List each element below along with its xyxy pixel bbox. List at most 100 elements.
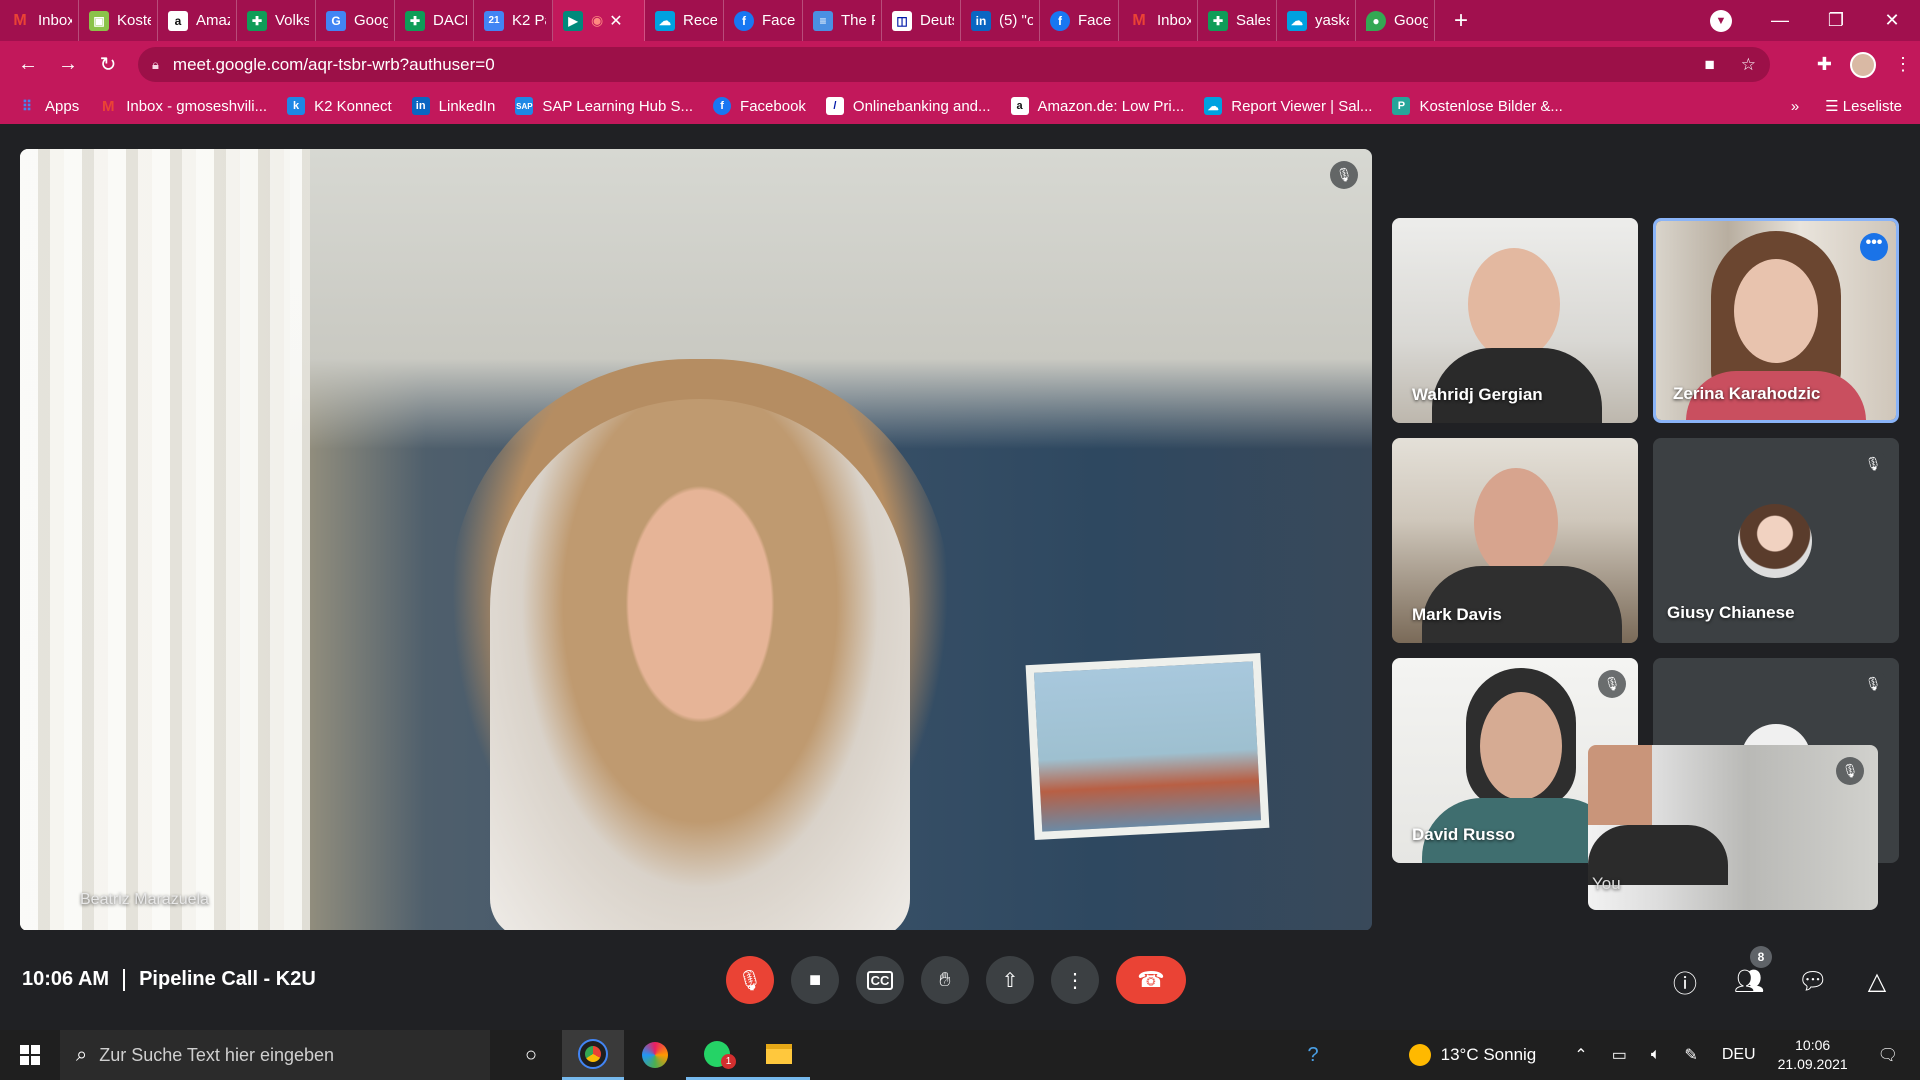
toolbar-right: ✚ ⋮ — [1817, 41, 1912, 88]
bookmark-report-viewer[interactable]: ☁ Report Viewer | Sal... — [1204, 97, 1372, 115]
tab-search-icon[interactable]: ▼ — [1710, 10, 1732, 32]
reading-list-button[interactable]: ☰ Leseliste — [1825, 97, 1902, 115]
participant-name: Wahridj Gergian — [1412, 385, 1543, 404]
more-options-icon[interactable]: ••• — [1860, 233, 1888, 261]
chrome-taskbar-app[interactable] — [562, 1030, 624, 1080]
bookmark-inbox[interactable]: M Inbox - gmoseshvili... — [99, 97, 267, 115]
recording-dot-icon: ◉ — [591, 12, 604, 28]
mic-off-icon: 🎙︎ — [1598, 670, 1626, 698]
amazon-icon: a — [168, 10, 188, 31]
more-options-button[interactable]: ⋮ — [1051, 956, 1099, 1004]
maximize-icon[interactable]: ❐ — [1808, 10, 1864, 31]
participant-tile[interactable]: Mark Davis — [1392, 438, 1638, 643]
tab-google-meet[interactable]: ▶ ◉ ✕ — [553, 0, 645, 41]
main-video-tile[interactable]: 🎙︎ Beatriz Marazuela — [20, 149, 1372, 931]
chat-button[interactable]: 💬︎ — [1798, 966, 1828, 996]
tab-kostenlose[interactable]: ▣ Koste — [79, 0, 158, 41]
language-indicator[interactable]: DEU — [1722, 1046, 1756, 1064]
camera-toggle-button[interactable]: ■ — [791, 956, 839, 1004]
bookmark-label: Report Viewer | Sal... — [1231, 97, 1373, 115]
chrome-menu-icon[interactable]: ⋮ — [1894, 54, 1912, 75]
tab-the-p[interactable]: ≡ The P — [803, 0, 882, 41]
taskbar-search[interactable]: ⌕ Zur Suche Text hier eingeben — [60, 1030, 490, 1080]
tab-google-translate[interactable]: G Goog — [316, 0, 395, 41]
start-button[interactable] — [0, 1030, 60, 1080]
notifications-icon[interactable]: 🗨︎ — [1878, 1045, 1898, 1065]
url-text: meet.google.com/aqr-tsbr-wrb?authuser=0 — [172, 54, 495, 74]
captions-icon: CC — [866, 970, 894, 990]
meeting-details-button[interactable]: ⓘ — [1670, 966, 1700, 998]
tab-title: Deuts — [920, 12, 954, 29]
file-explorer-taskbar-app[interactable] — [748, 1030, 810, 1080]
lock-icon[interactable]: 🔒︎ — [152, 57, 159, 73]
present-now-button[interactable]: ⇧ — [986, 956, 1034, 1004]
bookmarks-overflow-button[interactable]: » — [1791, 98, 1799, 115]
cortana-button[interactable]: ○ — [500, 1030, 562, 1080]
bookmark-linkedin[interactable]: in LinkedIn — [411, 97, 495, 115]
tab-sales[interactable]: ✚ Sales — [1198, 0, 1277, 41]
sheets-icon: ✚ — [247, 10, 267, 31]
meeting-title: Pipeline Call - K2U — [139, 968, 316, 990]
tab-facebook[interactable]: f Faceb — [724, 0, 803, 41]
tab-gmail-inbox-2[interactable]: M Inbox — [1119, 0, 1198, 41]
facebook-icon: f — [734, 10, 754, 31]
volume-icon[interactable]: 🔈︎ — [1651, 1046, 1661, 1064]
weather-widget[interactable]: 13°C Sonnig — [1408, 1044, 1536, 1066]
tab-yaska[interactable]: ☁ yaska — [1277, 0, 1356, 41]
people-button[interactable]: 👥︎ 8 — [1734, 946, 1772, 996]
bookmark-label: SAP Learning Hub S... — [542, 97, 694, 115]
back-arrow-icon[interactable]: ← — [8, 53, 48, 76]
minimize-icon[interactable]: — — [1752, 10, 1808, 31]
forward-arrow-icon[interactable]: → — [48, 53, 88, 76]
participant-tile[interactable]: Wahridj Gergian — [1392, 218, 1638, 423]
new-tab-button[interactable]: + — [1441, 7, 1481, 35]
extensions-puzzle-icon[interactable]: ✚ — [1817, 54, 1832, 75]
profile-avatar[interactable] — [1850, 51, 1876, 78]
divider — [123, 968, 126, 991]
tab-linkedin[interactable]: in (5) "o — [961, 0, 1040, 41]
bookmark-kostenlose-bilder[interactable]: P Kostenlose Bilder &... — [1392, 97, 1563, 115]
close-tab-icon[interactable]: ✕ — [609, 11, 622, 31]
close-window-icon[interactable]: ✕ — [1864, 10, 1920, 31]
pen-icon[interactable]: ✎ — [1684, 1045, 1697, 1065]
whatsapp-taskbar-app[interactable]: 1 — [686, 1030, 748, 1080]
tab-gmail-inbox[interactable]: M Inbox — [0, 0, 79, 41]
reload-icon[interactable]: ↻ — [88, 52, 128, 77]
participant-tile[interactable]: ••• Zerina Karahodzic — [1653, 218, 1899, 423]
raise-hand-button[interactable]: ✋︎ — [921, 956, 969, 1004]
captions-button[interactable]: CC — [856, 956, 904, 1004]
self-view-tile[interactable]: 🎙︎ You — [1588, 745, 1878, 910]
tab-dach[interactable]: ✚ DACH — [395, 0, 474, 41]
bookmark-amazon[interactable]: a Amazon.de: Low Pri... — [1010, 97, 1184, 115]
participant-tile[interactable]: 🎙︎ Giusy Chianese — [1653, 438, 1899, 643]
tab-amazon[interactable]: a Amaz — [158, 0, 237, 41]
tab-deutsche[interactable]: ◫ Deuts — [882, 0, 961, 41]
bookmark-sap[interactable]: SAP SAP Learning Hub S... — [515, 97, 693, 115]
bookmark-apps[interactable]: ⠿ Apps — [18, 97, 79, 115]
chevron-up-icon[interactable]: ⌃ — [1574, 1045, 1587, 1065]
meet-stage: 🎙︎ Beatriz Marazuela Wahridj Gergian •••… — [0, 124, 1920, 1030]
camera-in-use-icon[interactable]: ■ — [1704, 55, 1714, 75]
colorful-app-taskbar[interactable] — [624, 1030, 686, 1080]
tab-facebook-2[interactable]: f Faceb — [1040, 0, 1119, 41]
tab-k2-calendar[interactable]: 21 K2 Pa — [474, 0, 553, 41]
bookmark-star-icon[interactable]: ☆ — [1741, 55, 1756, 75]
mic-toggle-button[interactable]: 🎙︎ — [726, 956, 774, 1004]
leave-call-button[interactable]: ☎ — [1116, 956, 1186, 1004]
bookmark-facebook[interactable]: f Facebook — [713, 97, 806, 115]
address-bar[interactable]: 🔒︎ meet.google.com/aqr-tsbr-wrb?authuser… — [138, 47, 1770, 82]
bookmark-label: Kostenlose Bilder &... — [1419, 97, 1563, 115]
bookmark-k2-konnect[interactable]: k K2 Konnect — [287, 97, 392, 115]
tab-volks[interactable]: ✚ Volks — [237, 0, 316, 41]
battery-icon[interactable]: ▭ — [1612, 1045, 1627, 1065]
bookmark-onlinebanking[interactable]: / Onlinebanking and... — [825, 97, 991, 115]
tab-title: DACH — [433, 12, 467, 29]
taskbar-clock[interactable]: 10:06 21.09.2021 — [1778, 1036, 1848, 1074]
tab-google-maps[interactable]: ● Goog — [1356, 0, 1435, 41]
activities-button[interactable]: △ — [1862, 966, 1892, 996]
tab-recent-salesforce[interactable]: ☁ Recen — [645, 0, 724, 41]
tab-title: yaska — [1315, 12, 1349, 29]
video-person — [1474, 468, 1558, 578]
help-icon[interactable]: ? — [1308, 1044, 1319, 1067]
video-person — [1588, 745, 1652, 825]
